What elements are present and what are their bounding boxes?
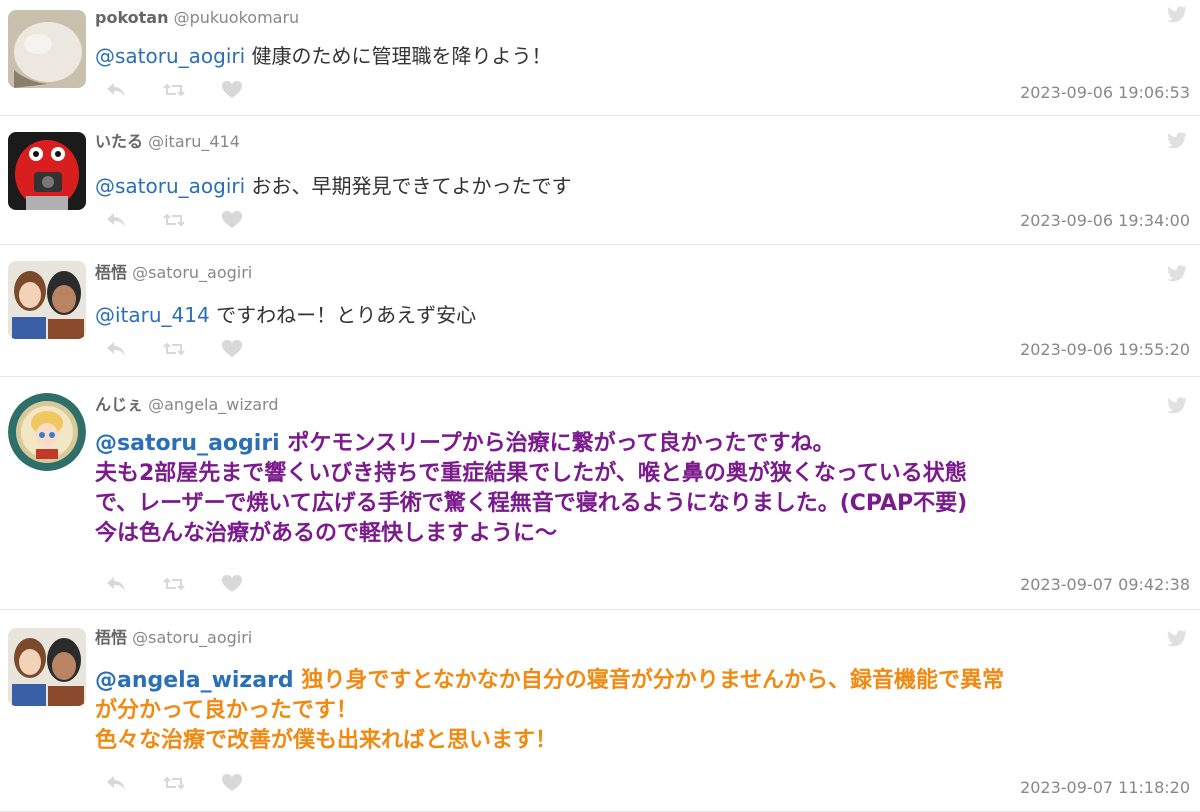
- retweet-button[interactable]: [163, 209, 221, 231]
- timestamp[interactable]: 2023-09-07 11:18:20: [1020, 778, 1190, 798]
- reply-button[interactable]: [105, 573, 163, 595]
- like-button[interactable]: [221, 772, 279, 794]
- like-icon: [222, 575, 242, 592]
- mention-link[interactable]: @satoru_aogiri: [95, 431, 280, 456]
- retweet-icon: [163, 776, 185, 790]
- timestamp[interactable]: 2023-09-06 19:55:20: [1020, 340, 1190, 360]
- tweet-text: ですわねー！とりあえず安心: [216, 303, 477, 327]
- retweet-button[interactable]: [163, 79, 221, 101]
- reply-icon: [107, 213, 125, 227]
- avatar[interactable]: [8, 393, 86, 471]
- tweet-header: pokotan @pukuokomaru: [95, 8, 299, 28]
- tweet-actions: [105, 79, 279, 101]
- mention-link[interactable]: @angela_wizard: [95, 668, 294, 693]
- tweet-text-line: ポケモンスリープから治療に繋がって良かったですね。: [287, 431, 835, 456]
- user-name[interactable]: pokotan: [95, 8, 168, 27]
- tweet-body: @satoru_aogiri ポケモンスリープから治療に繋がって良かったですね。…: [95, 429, 967, 549]
- tweet-text-line: が分かって良かったです！: [95, 698, 358, 723]
- twitter-bird-icon[interactable]: [1166, 397, 1188, 415]
- like-button[interactable]: [221, 209, 279, 231]
- user-handle[interactable]: @angela_wizard: [148, 395, 278, 414]
- tweet-item: いたる @itaru_414 @satoru_aogiri おお、早期発見できて…: [0, 116, 1200, 245]
- user-handle[interactable]: @satoru_aogiri: [132, 628, 252, 647]
- tweet-header: んじぇ @angela_wizard: [95, 395, 279, 415]
- tweet-text-line: 独り身ですとなかなか自分の寝音が分かりませんから、録音機能で異常: [301, 668, 1005, 693]
- reply-icon: [107, 83, 125, 97]
- reply-icon: [107, 577, 125, 591]
- like-button[interactable]: [221, 573, 279, 595]
- tweet-body: @satoru_aogiri 健康のために管理職を降りよう！: [95, 42, 552, 70]
- reply-button[interactable]: [105, 209, 163, 231]
- tweet-item: pokotan @pukuokomaru @satoru_aogiri 健康のた…: [0, 0, 1200, 116]
- tweet-text-line: 色々な治療で改善が僕も出来ればと思います！: [95, 728, 558, 753]
- twitter-bird-icon[interactable]: [1166, 265, 1188, 283]
- like-icon: [222, 211, 242, 228]
- tweet-header: 梧悟 @satoru_aogiri: [95, 263, 252, 283]
- like-icon: [222, 340, 242, 357]
- user-name[interactable]: 梧悟: [95, 263, 127, 282]
- timestamp[interactable]: 2023-09-06 19:06:53: [1020, 83, 1190, 103]
- twitter-bird-icon[interactable]: [1166, 6, 1188, 24]
- user-handle[interactable]: @satoru_aogiri: [132, 263, 252, 282]
- avatar[interactable]: [8, 132, 86, 210]
- like-button[interactable]: [221, 338, 279, 360]
- retweet-button[interactable]: [163, 772, 221, 794]
- tweet-actions: [105, 209, 279, 231]
- tweet-actions: [105, 573, 279, 595]
- retweet-button[interactable]: [163, 573, 221, 595]
- tweet-header: 梧悟 @satoru_aogiri: [95, 628, 252, 648]
- tweet-actions: [105, 338, 279, 360]
- reply-button[interactable]: [105, 79, 163, 101]
- retweet-icon: [163, 577, 185, 591]
- tweet-body: @satoru_aogiri おお、早期発見できてよかったです: [95, 172, 572, 200]
- timestamp[interactable]: 2023-09-06 19:34:00: [1020, 211, 1190, 231]
- tweet-text-line: 夫も2部屋先まで響くいびき持ちで重症結果でしたが、喉と鼻の奥が狭くなっている状態: [95, 461, 967, 486]
- tweet-text-line: で、レーザーで焼いて広げる手術で驚く程無音で寝れるようになりました。(CPAP不…: [95, 491, 968, 516]
- user-handle[interactable]: @pukuokomaru: [174, 8, 300, 27]
- tweet-body: @angela_wizard 独り身ですとなかなか自分の寝音が分かりませんから、…: [95, 666, 1004, 756]
- like-button[interactable]: [221, 79, 279, 101]
- twitter-bird-icon[interactable]: [1166, 132, 1188, 150]
- tweet-body: @itaru_414 ですわねー！とりあえず安心: [95, 301, 476, 329]
- avatar[interactable]: [8, 10, 86, 88]
- tweet-text: 健康のために管理職を降りよう！: [251, 44, 552, 68]
- user-handle[interactable]: @itaru_414: [148, 132, 240, 151]
- tweet-header: いたる @itaru_414: [95, 132, 240, 152]
- like-icon: [222, 774, 242, 791]
- tweet-item: 梧悟 @satoru_aogiri @itaru_414 ですわねー！とりあえず…: [0, 245, 1200, 377]
- mention-link[interactable]: @itaru_414: [95, 303, 210, 327]
- twitter-bird-icon[interactable]: [1166, 630, 1188, 648]
- tweet-item: 梧悟 @satoru_aogiri @angela_wizard 独り身ですとな…: [0, 610, 1200, 812]
- reply-button[interactable]: [105, 338, 163, 360]
- tweet-actions: [105, 772, 279, 794]
- retweet-button[interactable]: [163, 338, 221, 360]
- tweet-text-line: 今は色んな治療があるので軽快しますように〜: [95, 521, 558, 546]
- tweet-text: おお、早期発見できてよかったです: [251, 174, 572, 198]
- reply-icon: [107, 776, 125, 790]
- user-name[interactable]: いたる: [95, 132, 143, 151]
- like-icon: [222, 81, 242, 98]
- retweet-icon: [163, 83, 185, 97]
- user-name[interactable]: んじぇ: [95, 395, 143, 414]
- mention-link[interactable]: @satoru_aogiri: [95, 174, 245, 198]
- user-name[interactable]: 梧悟: [95, 628, 127, 647]
- reply-button[interactable]: [105, 772, 163, 794]
- timestamp[interactable]: 2023-09-07 09:42:38: [1020, 575, 1190, 595]
- retweet-icon: [163, 213, 185, 227]
- reply-icon: [107, 342, 125, 356]
- tweet-item: んじぇ @angela_wizard @satoru_aogiri ポケモンスリ…: [0, 377, 1200, 610]
- avatar[interactable]: [8, 261, 86, 339]
- mention-link[interactable]: @satoru_aogiri: [95, 44, 245, 68]
- avatar[interactable]: [8, 628, 86, 706]
- retweet-icon: [163, 342, 185, 356]
